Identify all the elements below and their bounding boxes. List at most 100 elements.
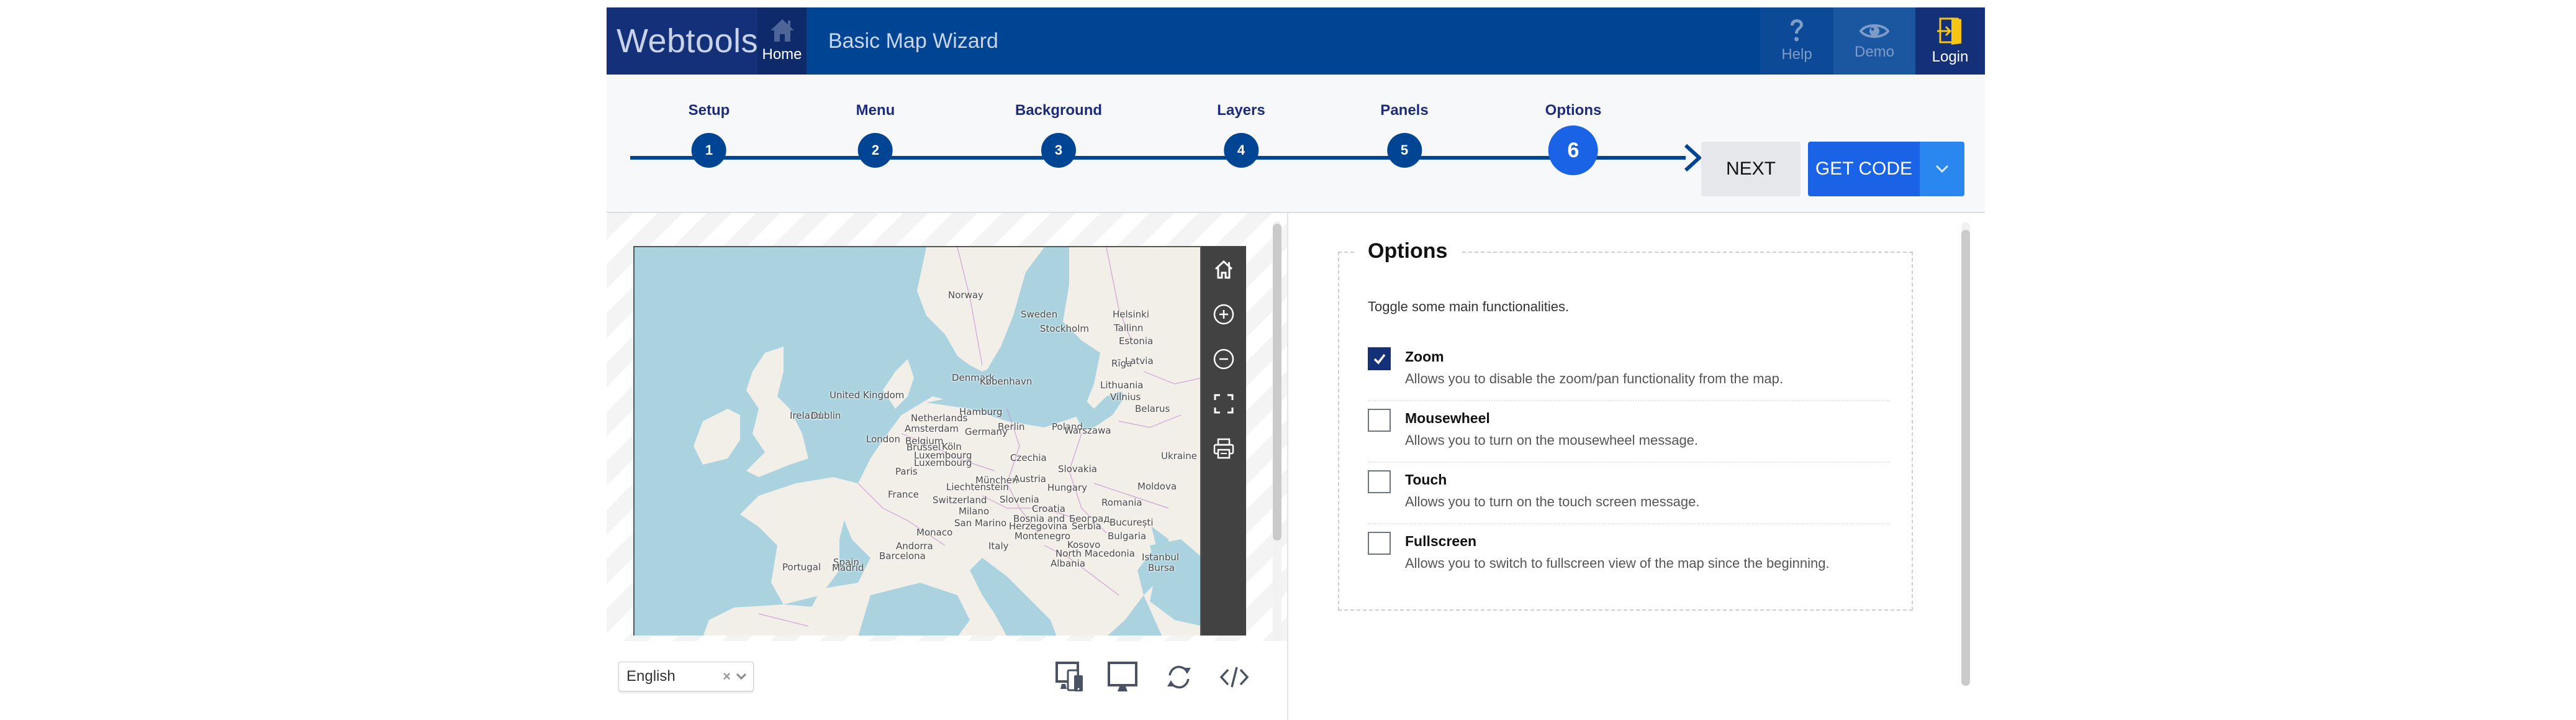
map-label: Monaco — [916, 527, 953, 538]
desktop-view-button[interactable] — [1106, 661, 1139, 693]
help-label: Help — [1781, 46, 1812, 63]
map-label: Italy — [988, 540, 1009, 552]
home-icon — [1214, 260, 1233, 279]
map-label: București — [1109, 517, 1154, 528]
mousewheel-checkbox[interactable] — [1368, 409, 1391, 432]
brand-name: Webtools — [617, 22, 759, 60]
touch-checkbox[interactable] — [1368, 470, 1391, 493]
map-label: Barcelona — [879, 550, 926, 562]
checkmark-icon — [1373, 353, 1385, 365]
option-touch: Touch Allows you to turn on the touch sc… — [1368, 463, 1889, 524]
app-title: Basic Map Wizard — [828, 29, 998, 53]
options-panel: Options Toggle some main functionalities… — [1288, 213, 1985, 720]
map-label: London — [866, 434, 900, 445]
get-code-button[interactable]: GET CODE — [1808, 142, 1920, 196]
map-label: San Marino — [954, 517, 1007, 529]
option-description: Allows you to disable the zoom/pan funct… — [1405, 371, 1783, 386]
map-label: Austria — [1013, 473, 1046, 485]
wizard-progress-line — [630, 156, 1686, 160]
options-fieldset: Options Toggle some main functionalities… — [1338, 239, 1913, 611]
scrollbar-thumb[interactable] — [1961, 230, 1970, 686]
help-button[interactable]: Help — [1760, 7, 1833, 75]
brand-logo[interactable]: Webtools — [607, 7, 759, 75]
preview-toolbar: English × — [607, 641, 1288, 720]
language-select[interactable]: English × — [618, 662, 754, 691]
map-label: Amsterdam — [905, 423, 959, 434]
zoom-out-icon — [1213, 349, 1234, 370]
top-header: Webtools Home Basic Map Wizard Help Demo — [607, 7, 1985, 75]
step-number: 6 — [1548, 125, 1598, 175]
map-label: Switzerland — [933, 494, 987, 506]
wizard-step-menu[interactable]: Menu 2 — [856, 102, 895, 168]
login-button[interactable]: Login — [1915, 7, 1985, 75]
map-label: Liechtenstein — [946, 481, 1009, 493]
fullscreen-icon — [1214, 394, 1234, 414]
map-home-button[interactable] — [1209, 255, 1239, 285]
step-number: 1 — [691, 133, 726, 168]
map-label: Bursa — [1148, 562, 1175, 573]
map-label: Estonia — [1119, 335, 1154, 347]
language-value: English — [626, 668, 676, 685]
options-scrollbar[interactable] — [1961, 222, 1970, 686]
wizard-step-panels[interactable]: Panels 5 — [1380, 102, 1429, 168]
map-label: Istanbul — [1142, 552, 1180, 563]
map-fullscreen-button[interactable] — [1209, 389, 1239, 419]
clear-icon[interactable]: × — [723, 668, 731, 685]
option-mousewheel: Mousewheel Allows you to turn on the mou… — [1368, 401, 1889, 463]
wizard-step-setup[interactable]: Setup 1 — [689, 102, 730, 168]
map-canvas[interactable]: Norway Sweden Helsinki Stockholm Tallinn… — [633, 246, 1201, 636]
map-label: Tallinn — [1114, 322, 1144, 334]
map-label: Luxembourg — [914, 457, 972, 468]
wizard-step-layers[interactable]: Layers 4 — [1217, 102, 1265, 168]
map-label: Albania — [1051, 558, 1086, 569]
map-label: Paris — [895, 466, 918, 477]
arrow-right-icon — [1684, 144, 1702, 171]
step-label: Menu — [856, 102, 895, 119]
wizard-steps-bar: Setup 1 Menu 2 Background 3 Layers 4 Pan… — [607, 75, 1985, 213]
next-button[interactable]: NEXT — [1701, 142, 1801, 196]
refresh-button[interactable] — [1163, 661, 1195, 693]
wizard-step-options[interactable]: Options 6 — [1545, 102, 1602, 175]
map-zoom-in-button[interactable] — [1209, 299, 1239, 329]
option-description: Allows you to turn on the touch screen m… — [1405, 494, 1700, 509]
step-label: Setup — [688, 102, 730, 119]
map-zoom-out-button[interactable] — [1209, 344, 1239, 374]
code-icon — [1219, 667, 1249, 688]
scrollbar-thumb[interactable] — [1273, 224, 1281, 540]
step-number: 5 — [1386, 133, 1422, 168]
responsive-view-button[interactable] — [1055, 661, 1087, 693]
map-label: Romania — [1101, 497, 1142, 508]
map-label: Netherlands — [911, 412, 968, 424]
map-label: Moldova — [1137, 481, 1177, 492]
map-label: Slovakia — [1058, 463, 1097, 475]
step-number: 2 — [857, 133, 893, 168]
map-pane-scrollbar[interactable] — [1273, 221, 1281, 641]
map-label: Vilnius — [1110, 391, 1141, 403]
login-label: Login — [1932, 48, 1969, 65]
map-print-button[interactable] — [1209, 434, 1239, 463]
map-label: Warszawa — [1064, 425, 1111, 436]
home-label: Home — [762, 46, 802, 63]
print-icon — [1213, 438, 1234, 459]
fullscreen-checkbox[interactable] — [1368, 532, 1391, 555]
map-preview-pane: Norway Sweden Helsinki Stockholm Tallinn… — [607, 213, 1288, 641]
step-label: Layers — [1217, 102, 1265, 119]
map-label: France — [888, 489, 919, 500]
option-description: Allows you to switch to fullscreen view … — [1405, 555, 1830, 571]
map-label: Hungary — [1047, 482, 1088, 493]
map-label: Latvia — [1125, 355, 1154, 367]
get-code-dropdown-toggle[interactable] — [1920, 142, 1964, 196]
map-label: Montenegro — [1015, 531, 1071, 542]
step-label: Options — [1545, 102, 1602, 119]
map-label: Stockholm — [1040, 323, 1089, 334]
map-label: Serbia — [1072, 521, 1101, 532]
view-code-button[interactable] — [1218, 661, 1250, 693]
demo-button[interactable]: Demo — [1833, 7, 1915, 75]
map-label: Czechia — [1010, 452, 1047, 463]
map-label: Portugal — [782, 562, 821, 573]
zoom-checkbox[interactable] — [1368, 347, 1391, 370]
home-button[interactable]: Home — [757, 7, 807, 75]
wizard-step-background[interactable]: Background 3 — [1015, 102, 1102, 168]
options-intro: Toggle some main functionalities. — [1368, 299, 1570, 314]
map-label: Madrid — [832, 562, 864, 573]
